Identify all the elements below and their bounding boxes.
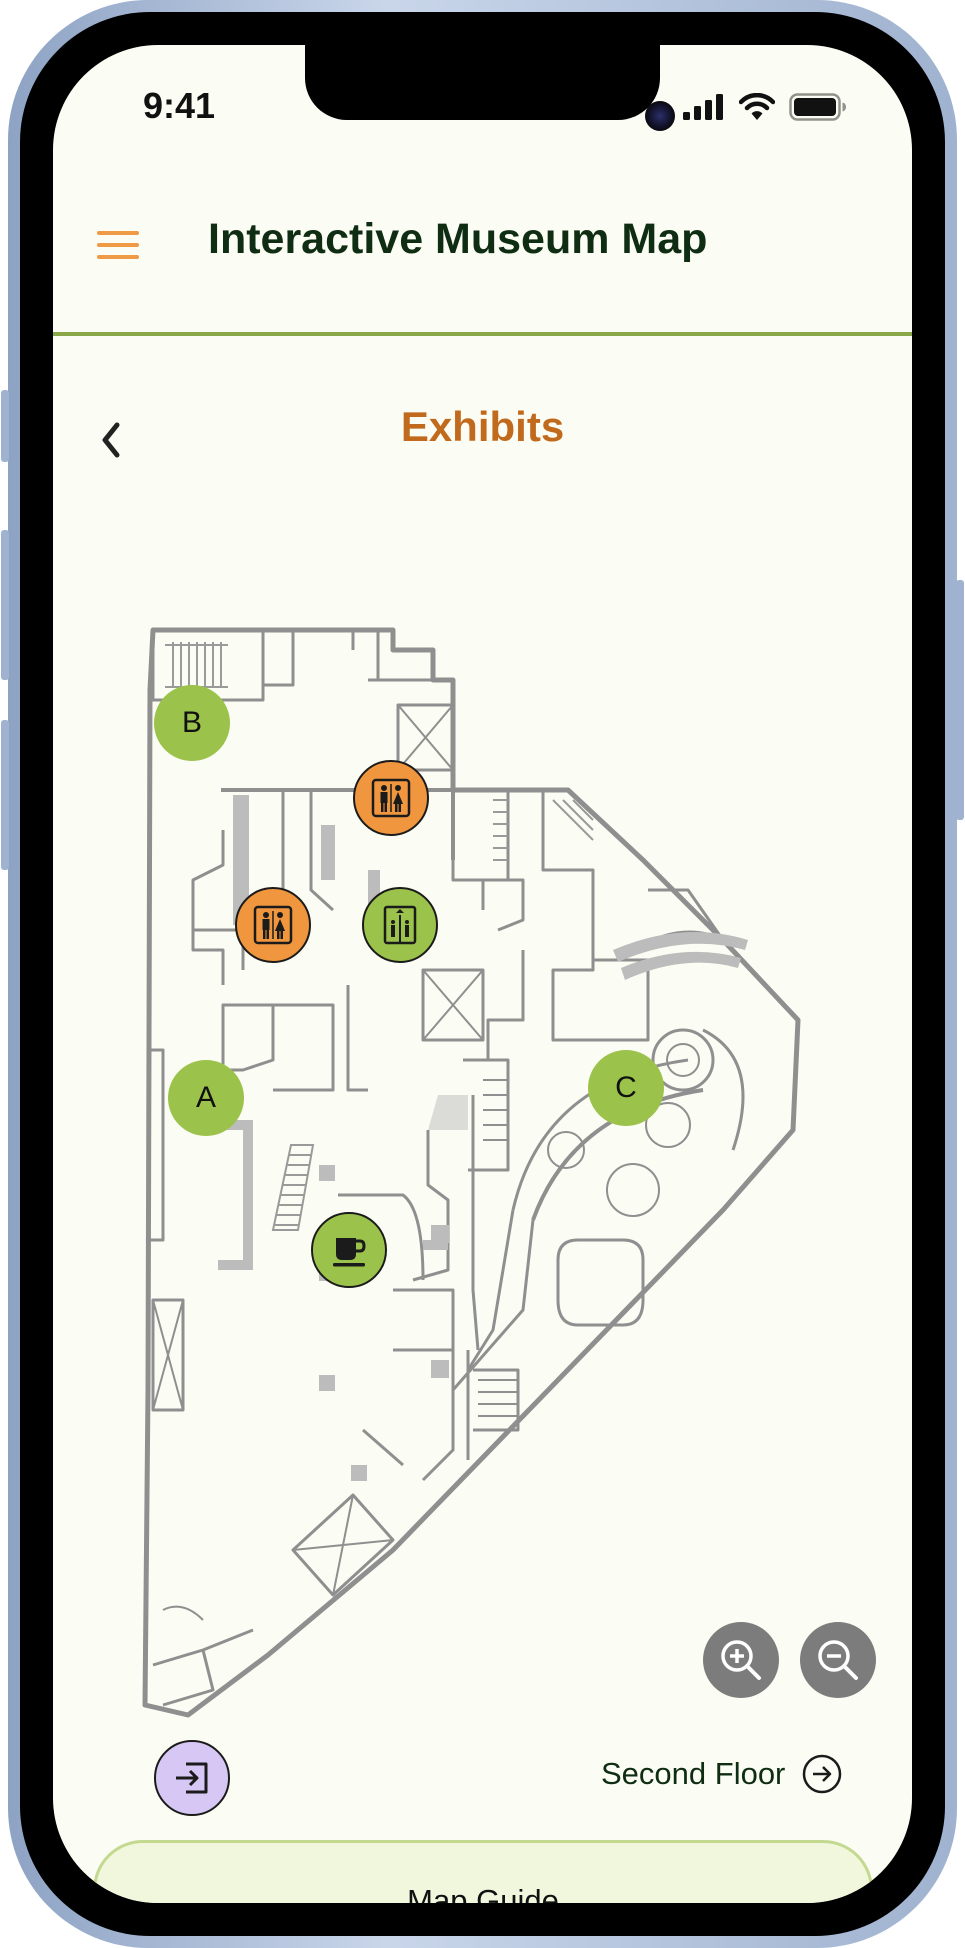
restroom-marker-1[interactable] (353, 760, 429, 836)
restroom-marker-2[interactable] (235, 887, 311, 963)
arrow-right-circle-icon (803, 1754, 842, 1794)
hamburger-menu-icon[interactable] (97, 231, 139, 261)
second-floor-link[interactable]: Second Floor (601, 1753, 843, 1795)
power-button (956, 580, 964, 820)
zoom-out-icon (818, 1640, 858, 1680)
entrance-icon (176, 1762, 208, 1794)
status-time: 9:41 (143, 85, 216, 126)
floor-plan-drawing (142, 627, 801, 1718)
status-icons (683, 93, 847, 121)
exhibit-marker-a[interactable]: A (168, 1060, 244, 1136)
zoom-out-button[interactable] (800, 1622, 876, 1698)
exhibits-title: Exhibits (400, 403, 565, 450)
entrance-marker[interactable] (154, 1740, 230, 1816)
exhibit-marker-b[interactable]: B (154, 685, 230, 761)
page-title: Interactive Museum Map (208, 215, 708, 263)
zoom-in-button[interactable] (703, 1622, 779, 1698)
map-guide-panel[interactable]: Map Guide (93, 1840, 873, 1903)
floor-plan-map[interactable]: B A C (123, 590, 843, 1816)
exhibit-marker-a-label: A (195, 1081, 216, 1114)
elevator-icon (383, 905, 417, 945)
battery-icon (789, 93, 846, 121)
coffee-cup-icon (333, 1238, 366, 1267)
cafe-marker[interactable] (311, 1212, 387, 1288)
app-screen: 9:41 Interactive Museum Map Exhibits B A… (53, 45, 912, 1903)
second-floor-label: Second Floor (601, 1756, 786, 1791)
restroom-icon (371, 778, 411, 818)
exhibit-marker-b-label: B (181, 706, 202, 739)
exhibit-marker-c-label: C (615, 1071, 637, 1104)
camera (645, 101, 675, 131)
exhibit-marker-c[interactable]: C (588, 1050, 664, 1126)
zoom-in-icon (721, 1640, 761, 1680)
restroom-icon (253, 905, 293, 945)
volume-down-button (1, 720, 9, 870)
header-divider (53, 332, 912, 336)
mute-switch (1, 390, 9, 462)
signal-icon (683, 94, 723, 120)
notch (305, 45, 675, 131)
elevator-marker[interactable] (362, 887, 438, 963)
wifi-icon (739, 93, 775, 120)
volume-up-button (1, 530, 9, 680)
map-guide-title: Map Guide (407, 1883, 559, 1903)
